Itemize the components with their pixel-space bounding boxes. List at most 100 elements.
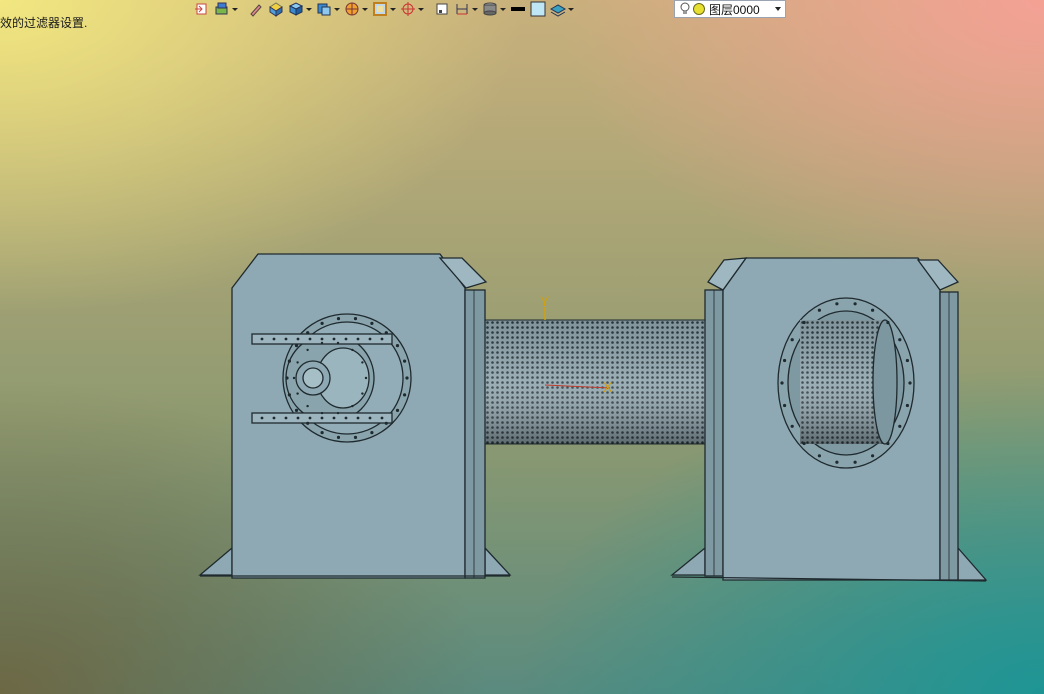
- exit-sketch-button[interactable]: [192, 0, 212, 18]
- sketch-entities-button[interactable]: [212, 0, 240, 18]
- bolt-hole: [320, 431, 324, 435]
- bolt-hole: [294, 344, 299, 348]
- chevron-down-icon[interactable]: [472, 7, 478, 11]
- bar-bolt: [308, 337, 312, 341]
- layers-icon: [483, 2, 497, 16]
- bar-bolt: [356, 416, 360, 420]
- bolt-hole: [835, 460, 839, 464]
- bolt-hole: [886, 441, 890, 446]
- lightbulb-icon: [680, 2, 690, 14]
- display-style-icon: [288, 2, 304, 16]
- bar-bolt: [344, 337, 348, 341]
- view-orientation-button[interactable]: [314, 0, 342, 18]
- view-settings-icon: [401, 2, 415, 16]
- bolt-hole: [403, 359, 407, 363]
- display-style-button[interactable]: [286, 0, 314, 18]
- bolt-hole: [384, 331, 388, 335]
- bolt-hole: [783, 358, 787, 363]
- layer-properties-button[interactable]: [548, 0, 576, 18]
- line-color-button[interactable]: [508, 0, 528, 18]
- bar-bolt: [272, 337, 276, 341]
- graphics-viewport[interactable]: Y X 效的过滤器设置. 图层0000: [0, 0, 1044, 694]
- bolt-hole: [403, 393, 407, 397]
- bolt-hole: [898, 338, 902, 342]
- exit-sketch-icon: [195, 3, 207, 15]
- status-message: 效的过滤器设置.: [0, 16, 88, 30]
- hide-show-items-icon: [345, 2, 359, 16]
- bar-bolt: [296, 416, 300, 420]
- layer-dropdown[interactable]: 图层0000: [674, 0, 786, 18]
- bolt-hole: [790, 338, 794, 342]
- bolt-hole: [351, 348, 354, 352]
- layers-button[interactable]: [480, 0, 508, 18]
- bolt-hole: [320, 411, 324, 415]
- bar-bolt: [308, 416, 312, 420]
- bolt-hole: [905, 403, 910, 408]
- sun-icon: [693, 3, 705, 15]
- chevron-down-icon[interactable]: [232, 7, 238, 11]
- layer-name: 图层0000: [709, 2, 760, 17]
- line-thickness-button[interactable]: [432, 0, 452, 18]
- bolt-hole: [871, 454, 875, 458]
- bolt-hole: [285, 376, 289, 380]
- dimension-button[interactable]: [452, 0, 480, 18]
- chevron-down-icon[interactable]: [568, 7, 574, 11]
- bolt-hole: [817, 308, 822, 312]
- bar-bolt: [332, 337, 336, 341]
- bolt-hole: [361, 361, 364, 364]
- bolt-hole: [320, 341, 324, 345]
- chevron-down-icon[interactable]: [334, 7, 340, 11]
- apply-scene-button[interactable]: [266, 0, 286, 18]
- view-settings-button[interactable]: [398, 0, 426, 18]
- bolt-hole: [835, 302, 839, 306]
- dimension-icon: [456, 4, 468, 15]
- bolt-hole: [817, 454, 822, 458]
- bolt-hole: [306, 331, 310, 335]
- line-color-icon: [511, 7, 525, 11]
- bolt-hole: [395, 344, 400, 348]
- bolt-hole: [306, 421, 310, 425]
- bolt-hole: [871, 308, 875, 312]
- line-thickness-icon: [436, 3, 448, 15]
- bar-bolt: [356, 337, 360, 341]
- bolt-hole: [353, 435, 358, 439]
- right-housing[interactable]: [670, 257, 988, 582]
- edit-appearance-button[interactable]: [246, 0, 266, 18]
- bolt-hole: [292, 376, 296, 380]
- hide-show-items-button[interactable]: [342, 0, 370, 18]
- bolt-hole: [898, 424, 902, 428]
- bolt-hole: [361, 392, 364, 395]
- apply-scene-icon: [269, 2, 283, 17]
- triad-y-label: Y: [540, 293, 550, 309]
- bar-bolt: [380, 416, 384, 420]
- bolt-hole: [296, 361, 299, 364]
- 3d-model-view[interactable]: Y X: [0, 0, 1044, 694]
- chevron-down-icon[interactable]: [418, 7, 424, 11]
- heads-up-toolbar: [192, 0, 576, 18]
- left-housing[interactable]: [198, 253, 512, 579]
- bolt-hole: [287, 393, 291, 397]
- bolt-hole: [287, 359, 291, 363]
- section-view-button[interactable]: [370, 0, 398, 18]
- chevron-down-icon[interactable]: [362, 7, 368, 11]
- bar-bolt: [296, 337, 300, 341]
- bolt-hole: [905, 358, 910, 363]
- bolt-hole: [353, 317, 358, 321]
- chevron-down-icon[interactable]: [500, 7, 506, 11]
- fill-color-button[interactable]: [528, 0, 548, 18]
- fill-color-icon: [530, 1, 546, 17]
- bolt-hole: [306, 404, 309, 408]
- bolt-hole: [336, 435, 341, 439]
- bar-bolt: [320, 337, 324, 341]
- chevron-down-icon[interactable]: [390, 7, 396, 11]
- bolt-hole: [294, 408, 299, 412]
- view-orientation-icon: [317, 3, 331, 16]
- bar-bolt: [368, 337, 372, 341]
- sketch-entities-icon: [215, 2, 228, 15]
- bolt-hole: [790, 424, 794, 428]
- bar-bolt: [284, 416, 288, 420]
- chevron-down-icon[interactable]: [775, 7, 781, 11]
- triad-x-label: X: [603, 379, 613, 395]
- chevron-down-icon[interactable]: [306, 7, 312, 11]
- bolt-hole: [384, 421, 388, 425]
